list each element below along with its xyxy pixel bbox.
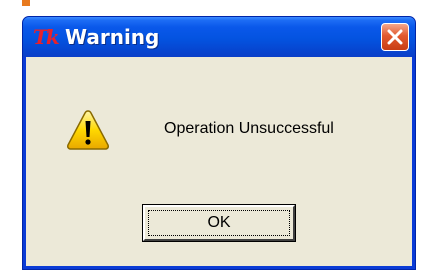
warning-icon (67, 110, 109, 150)
message-text: Operation Unsuccessful (164, 120, 334, 137)
warning-dialog: Tk Warning Operation Unsuccessful OK (22, 16, 416, 270)
ok-button-label: OK (207, 214, 231, 231)
ok-button[interactable]: OK (142, 204, 296, 242)
title-bar[interactable]: Tk Warning (23, 17, 415, 57)
dialog-title: Warning (65, 25, 160, 49)
close-icon (387, 29, 403, 45)
background-artifact (22, 0, 30, 6)
close-button[interactable] (381, 23, 409, 51)
tk-icon: Tk (33, 25, 60, 49)
dialog-body: Operation Unsuccessful OK (26, 57, 412, 266)
